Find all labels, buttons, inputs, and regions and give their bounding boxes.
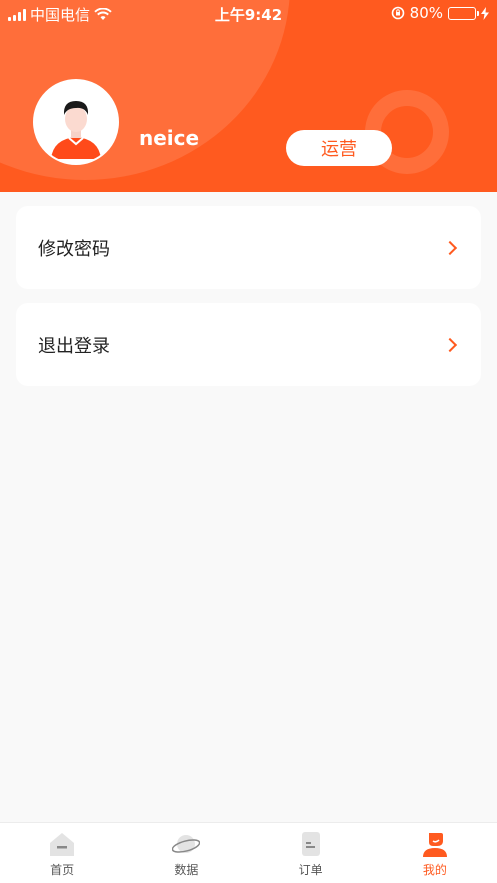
user-icon (422, 833, 447, 857)
tab-data-label: 数据 (174, 863, 199, 877)
tab-mine-label: 我的 (422, 863, 447, 877)
tab-orders-label: 订单 (298, 863, 323, 877)
avatar[interactable] (33, 79, 119, 165)
tab-home[interactable]: 首页 (0, 823, 124, 883)
role-button[interactable]: 运营 (286, 130, 392, 166)
change-password-item[interactable]: 修改密码 (16, 206, 481, 289)
home-icon (50, 833, 75, 856)
tab-orders[interactable]: 订单 (249, 823, 373, 883)
battery-icon (448, 6, 479, 20)
logout-item[interactable]: 退出登录 (16, 303, 481, 386)
logout-label: 退出登录 (38, 335, 110, 357)
bottom-tab-bar: 首页 数据 订单 我的 (0, 822, 497, 883)
battery-percent: 80% (409, 4, 443, 22)
status-bar: 中国电信 上午9:42 80% (0, 0, 497, 26)
header-decoration-circle (0, 0, 290, 180)
chevron-right-icon (442, 337, 458, 352)
profile-header: 中国电信 上午9:42 80% neice 运营 (0, 0, 497, 192)
planet-icon (172, 835, 201, 853)
rotation-lock-icon (391, 6, 404, 20)
tab-home-label: 首页 (50, 863, 75, 877)
charging-icon (481, 6, 489, 20)
tab-data[interactable]: 数据 (124, 823, 248, 883)
user-avatar-icon (35, 81, 117, 163)
change-password-label: 修改密码 (38, 238, 110, 260)
tab-mine[interactable]: 我的 (373, 823, 497, 883)
document-icon (301, 832, 320, 856)
chevron-right-icon (442, 240, 458, 255)
username: neice (139, 126, 200, 150)
